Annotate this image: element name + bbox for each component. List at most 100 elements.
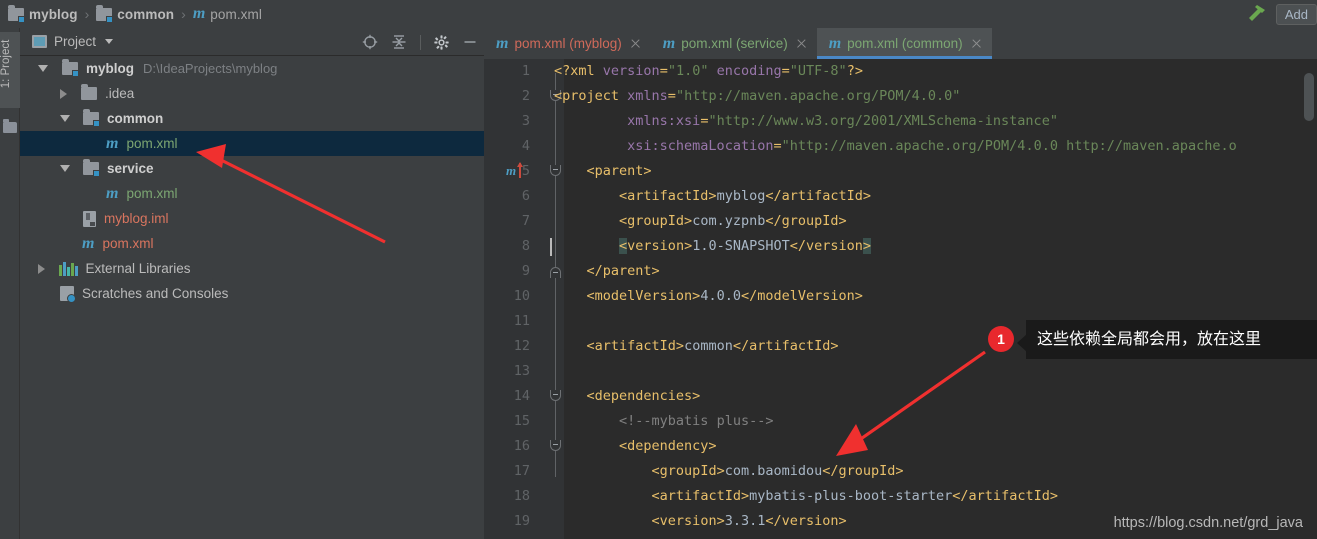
collapse-all-icon[interactable] — [391, 34, 407, 50]
editor-vertical-scrollbar[interactable] — [1304, 73, 1314, 121]
line-content: xmlns:xsi="http://www.w3.org/2001/XMLSch… — [627, 113, 1058, 129]
tree-row-root-pom[interactable]: m pom.xml — [20, 231, 484, 256]
project-panel-title-group[interactable]: Project — [32, 34, 114, 49]
editor-tab-pom-myblog[interactable]: m pom.xml (myblog) — [484, 28, 651, 59]
line-content: <!--mybatis plus--> — [619, 413, 774, 429]
code-line: 16 <dependency> — [484, 434, 1317, 459]
tree-row-scratches[interactable]: Scratches and Consoles — [20, 281, 484, 306]
code-line: 18 <artifactId>mybatis-plus-boot-starter… — [484, 484, 1317, 509]
code-line: 14 <dependencies> — [484, 384, 1317, 409]
line-number: 6 — [521, 188, 530, 204]
breadcrumb-separator: › — [181, 6, 186, 22]
breadcrumb-separator: › — [84, 6, 90, 22]
maven-icon: m — [106, 184, 119, 202]
annotation-badge-1: 1 — [988, 326, 1014, 352]
editor-tab-label: pom.xml (service) — [681, 36, 788, 51]
module-folder-icon — [8, 4, 25, 23]
line-number: 12 — [513, 338, 530, 354]
project-panel-actions — [362, 28, 478, 56]
tool-window-strip: 1: Project — [0, 28, 20, 539]
line-number: 11 — [513, 313, 530, 329]
code-line: 13 — [484, 359, 1317, 384]
tree-row-label: service — [107, 161, 154, 176]
line-content: <version>3.3.1</version> — [651, 513, 847, 529]
folder-icon — [3, 119, 17, 133]
code-editor[interactable]: 1 <?xml version="1.0" encoding="UTF-8"?>… — [484, 59, 1317, 539]
tree-row-label: pom.xml — [126, 136, 178, 151]
locate-icon[interactable] — [362, 34, 378, 50]
tree-row-myblog-iml[interactable]: myblog.iml — [20, 206, 484, 231]
line-number: 19 — [513, 513, 530, 529]
code-line: 15 <!--mybatis plus--> — [484, 409, 1317, 434]
line-content: <dependency> — [619, 438, 717, 454]
line-content: <artifactId>mybatis-plus-boot-starter</a… — [651, 488, 1058, 504]
add-button[interactable]: Add — [1275, 3, 1317, 25]
tree-row-service[interactable]: service — [20, 156, 484, 181]
line-number: 14 — [513, 388, 530, 404]
tree-row-label: common — [107, 111, 164, 126]
gear-icon[interactable] — [434, 34, 449, 50]
close-icon[interactable] — [971, 38, 982, 49]
tree-row-service-pom[interactable]: m pom.xml — [20, 181, 484, 206]
line-content: <artifactId>common</artifactId> — [586, 338, 839, 354]
line-number: 8 — [521, 238, 530, 254]
main-toolbar-right: Add — [1246, 0, 1317, 28]
line-content: <modelVersion>4.0.0</modelVersion> — [586, 288, 863, 304]
breadcrumb-bar: myblog › common › m pom.xml Add — [0, 0, 1317, 28]
idea-window: myblog › common › m pom.xml Add 1: Proje… — [0, 0, 1317, 539]
code-line: 17 <groupId>com.baomidou</groupId> — [484, 459, 1317, 484]
close-icon[interactable] — [796, 38, 807, 49]
line-content: <parent> — [586, 163, 652, 179]
line-number: 15 — [513, 413, 530, 429]
code-line: 3 xmlns:xsi="http://www.w3.org/2001/XMLS… — [484, 109, 1317, 134]
code-line: 8 <version>1.0-SNAPSHOT</version> — [484, 234, 1317, 259]
code-line: 6 <artifactId>myblog</artifactId> — [484, 184, 1317, 209]
maven-icon: m — [506, 163, 517, 178]
maven-icon: m — [662, 34, 676, 52]
chevron-down-icon[interactable] — [60, 115, 70, 122]
breadcrumb-item-myblog[interactable]: myblog — [8, 4, 78, 23]
project-panel-title: Project — [54, 34, 97, 49]
minimize-icon[interactable] — [462, 34, 478, 50]
tree-row-label: .idea — [105, 86, 135, 101]
chevron-right-icon[interactable] — [38, 263, 45, 274]
chevron-down-icon[interactable] — [105, 39, 114, 44]
tree-row-label: pom.xml — [126, 186, 178, 201]
tree-row-common-pom[interactable]: m pom.xml — [20, 131, 484, 156]
tree-row-common[interactable]: common — [20, 106, 484, 131]
breadcrumb-item-common[interactable]: common — [96, 4, 174, 23]
code-line: 9 </parent> — [484, 259, 1317, 284]
editor-tab-pom-common[interactable]: m pom.xml (common) — [816, 28, 992, 59]
close-icon[interactable] — [630, 38, 641, 49]
breadcrumb-label: myblog — [29, 6, 78, 22]
module-folder-icon — [83, 109, 100, 127]
line-content: <artifactId>myblog</artifactId> — [619, 188, 872, 204]
line-number: 16 — [513, 438, 530, 454]
tree-row-external-libraries[interactable]: External Libraries — [20, 256, 484, 281]
editor-tab-pom-service[interactable]: m pom.xml (service) — [651, 28, 817, 59]
project-tool-window: Project myblog D:\IdeaProjects\myblog .i… — [20, 28, 484, 539]
code-line: 2 <project xmlns="http://maven.apache.or… — [484, 84, 1317, 109]
chevron-down-icon[interactable] — [60, 165, 70, 172]
maven-icon: m — [828, 34, 842, 52]
chevron-right-icon[interactable] — [60, 88, 67, 99]
line-content: <version>1.0-SNAPSHOT</version> — [619, 238, 872, 254]
line-number: 9 — [521, 263, 530, 279]
line-number: 1 — [521, 63, 530, 79]
project-tree[interactable]: myblog D:\IdeaProjects\myblog .idea comm… — [20, 56, 484, 539]
tree-row-idea[interactable]: .idea — [20, 81, 484, 106]
tree-row-myblog[interactable]: myblog D:\IdeaProjects\myblog — [20, 56, 484, 81]
line-content: <project xmlns="http://maven.apache.org/… — [554, 88, 961, 104]
folder-icon — [81, 84, 97, 100]
tool-window-tab-project[interactable]: 1: Project — [0, 32, 20, 108]
module-folder-icon — [96, 4, 114, 23]
tree-row-label: Scratches and Consoles — [82, 286, 229, 301]
code-line: 10 <modelVersion>4.0.0</modelVersion> — [484, 284, 1317, 309]
project-panel-header: Project — [20, 28, 484, 56]
editor-area: m pom.xml (myblog) m pom.xml (service) m… — [484, 28, 1317, 539]
parent-navigation-icon[interactable] — [517, 162, 523, 178]
hammer-icon[interactable] — [1246, 2, 1268, 27]
chevron-down-icon[interactable] — [38, 65, 48, 72]
editor-tab-label: pom.xml (common) — [847, 36, 963, 51]
breadcrumb-item-pomxml[interactable]: m pom.xml — [193, 6, 262, 22]
